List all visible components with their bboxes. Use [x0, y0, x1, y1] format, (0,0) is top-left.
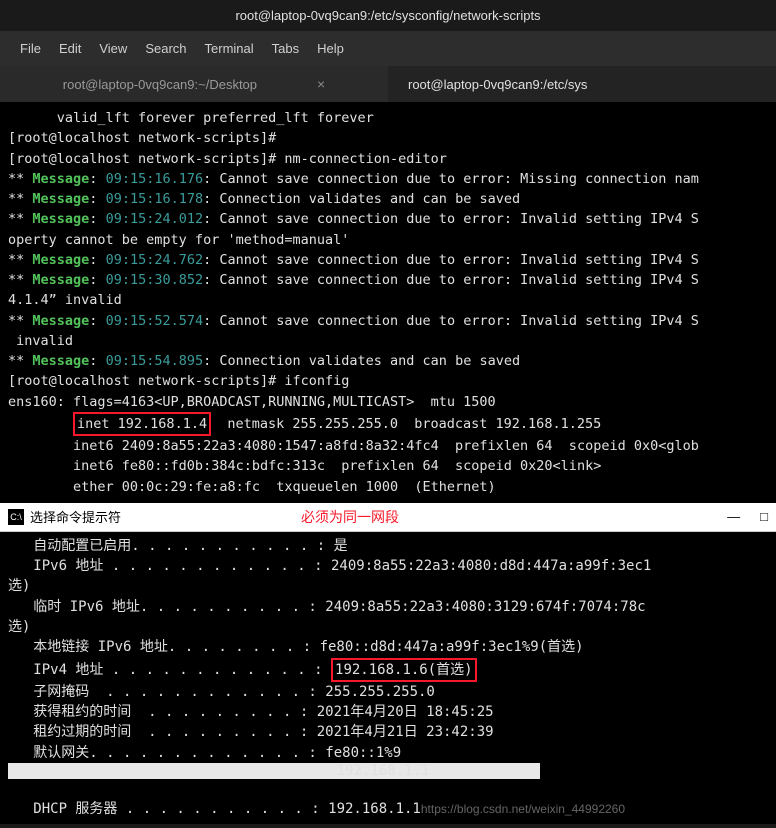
term-command: nm-connection-editor [284, 151, 447, 167]
term-prompt: [root@localhost network-scripts]# [8, 151, 284, 167]
timestamp: 09:15:30.852 [106, 272, 204, 288]
cmd-output[interactable]: 自动配置已启用. . . . . . . . . . . : 是 IPv6 地址… [0, 532, 776, 824]
term-line: inet6 fe80::fd0b:384c:bdfc:313c prefixle… [8, 458, 601, 474]
term-line: valid_lft forever preferred_lft forever [8, 110, 374, 126]
cmd-window: C:\ 选择命令提示符 必须为同一网段 — □ 自动配置已启用. . . . .… [0, 503, 776, 824]
terminal-output[interactable]: valid_lft forever preferred_lft forever … [0, 102, 776, 503]
cmd-icon: C:\ [8, 509, 24, 525]
message-label: Message [32, 171, 89, 187]
term-command: ifconfig [284, 373, 349, 389]
tab-label: root@laptop-0vq9can9:/etc/sys [408, 77, 587, 92]
tabs-bar: root@laptop-0vq9can9:~/Desktop × root@la… [0, 66, 776, 102]
term-line: inet6 2409:8a55:22a3:4080:1547:a8fd:8a32… [8, 438, 699, 454]
cmd-title: 选择命令提示符 [30, 507, 121, 526]
term-line: ens160: flags=4163<UP,BROADCAST,RUNNING,… [8, 394, 496, 410]
term-prompt: [root@localhost network-scripts]# [8, 373, 284, 389]
cmd-line: 临时 IPv6 地址. . . . . . . . . . : 2409:8a5… [8, 599, 646, 615]
timestamp: 09:15:24.762 [106, 252, 204, 268]
cmd-line: DHCP 服务器 . . . . . . . . . . . : 192.168… [8, 801, 421, 817]
timestamp: 09:15:24.012 [106, 211, 204, 227]
cmd-titlebar: C:\ 选择命令提示符 必须为同一网段 — □ [0, 503, 776, 532]
message-label: Message [32, 272, 89, 288]
term-line: 4.1.4” invalid [8, 292, 122, 308]
cmd-line: IPv6 地址 . . . . . . . . . . . . : 2409:8… [8, 558, 651, 574]
message-label: Message [32, 191, 89, 207]
message-label: Message [32, 211, 89, 227]
close-icon[interactable]: × [317, 76, 325, 92]
menu-terminal[interactable]: Terminal [205, 41, 254, 56]
timestamp: 09:15:54.895 [106, 353, 204, 369]
highlighted-ipv4: 192.168.1.6(首选) [331, 658, 477, 682]
cmd-line: 选) [8, 619, 30, 635]
message-label: Message [32, 252, 89, 268]
tab-sysconfig[interactable]: root@laptop-0vq9can9:/etc/sys [388, 66, 776, 102]
term-line: invalid [8, 333, 73, 349]
message-label: Message [32, 313, 89, 329]
window-title: root@laptop-0vq9can9:/etc/sysconfig/netw… [235, 8, 540, 23]
tab-label: root@laptop-0vq9can9:~/Desktop [63, 77, 257, 92]
cmd-line: 子网掩码 . . . . . . . . . . . . : 255.255.2… [8, 684, 435, 700]
highlighted-inet: inet 192.168.1.4 [73, 412, 211, 436]
menu-tabs[interactable]: Tabs [272, 41, 299, 56]
annotation-text: 必须为同一网段 [301, 507, 399, 527]
menu-search[interactable]: Search [145, 41, 186, 56]
watermark: https://blog.csdn.net/weixin_44992260 [421, 802, 625, 816]
cmd-line: 默认网关. . . . . . . . . . . . . : fe80::1%… [8, 745, 401, 761]
cmd-line: 192.168.1.1 [8, 763, 429, 779]
menu-help[interactable]: Help [317, 41, 344, 56]
window-controls: — □ [727, 509, 768, 524]
message-label: Message [32, 353, 89, 369]
term-line: [root@localhost network-scripts]# [8, 130, 276, 146]
menu-edit[interactable]: Edit [59, 41, 81, 56]
menu-bar: File Edit View Search Terminal Tabs Help [0, 31, 776, 66]
cmd-line: 获得租约的时间 . . . . . . . . . : 2021年4月20日 1… [8, 704, 494, 720]
window-title-bar: root@laptop-0vq9can9:/etc/sysconfig/netw… [0, 0, 776, 31]
cmd-line: 选) [8, 578, 30, 594]
term-line: operty cannot be empty for 'method=manua… [8, 232, 349, 248]
tab-desktop[interactable]: root@laptop-0vq9can9:~/Desktop × [0, 66, 388, 102]
cmd-line: 本地链接 IPv6 地址. . . . . . . . : fe80::d8d:… [8, 639, 584, 655]
menu-view[interactable]: View [99, 41, 127, 56]
timestamp: 09:15:16.178 [106, 191, 204, 207]
cmd-line: 自动配置已启用. . . . . . . . . . . : 是 [8, 538, 348, 554]
cmd-line: 租约过期的时间 . . . . . . . . . : 2021年4月21日 2… [8, 724, 494, 740]
term-line: ether 00:0c:29:fe:a8:fc txqueuelen 1000 … [8, 479, 496, 495]
maximize-button[interactable]: □ [760, 509, 768, 524]
menu-file[interactable]: File [20, 41, 41, 56]
timestamp: 09:15:16.176 [106, 171, 204, 187]
timestamp: 09:15:52.574 [106, 313, 204, 329]
minimize-button[interactable]: — [727, 509, 740, 524]
